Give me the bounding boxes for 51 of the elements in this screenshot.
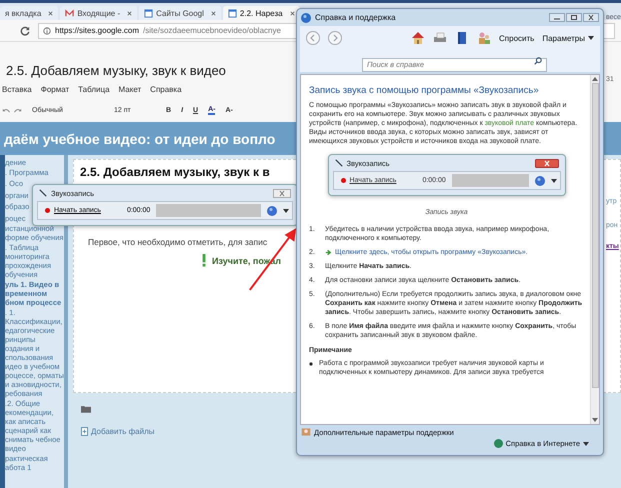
bullet-icon	[309, 362, 313, 366]
window-title: Справка и поддержка	[315, 13, 396, 22]
ask-button[interactable]: Спросить	[499, 34, 534, 42]
browser-tab[interactable]: я вкладка	[0, 6, 58, 20]
help-icon[interactable]	[267, 206, 277, 216]
caret-icon	[550, 178, 556, 182]
search-icon[interactable]	[534, 57, 542, 65]
undo-redo-icon[interactable]	[2, 106, 22, 114]
maximize-button[interactable]	[566, 13, 582, 22]
printer-icon[interactable]	[433, 31, 448, 45]
close-button[interactable]	[273, 188, 291, 198]
folder-icon	[81, 405, 91, 413]
help-icon	[301, 12, 311, 22]
close-button[interactable]	[583, 13, 599, 22]
close-icon[interactable]	[290, 10, 295, 16]
article-heading: Запись звука с помощью программы «Звукозапись»	[309, 86, 540, 95]
add-files-link[interactable]: Добавить файлы	[91, 427, 154, 436]
minimize-button[interactable]	[549, 13, 565, 22]
scrollbar[interactable]	[590, 75, 599, 424]
page-icon	[228, 8, 237, 18]
menu-item[interactable]: Макет	[118, 84, 142, 94]
browser-tab[interactable]: 2.2. Нарезa	[222, 6, 300, 20]
reload-icon[interactable]	[20, 26, 30, 36]
close-icon[interactable]	[48, 10, 54, 16]
page-icon	[144, 8, 154, 18]
caret-icon[interactable]	[583, 442, 589, 446]
menu-item[interactable]: Таблица	[78, 84, 110, 94]
close-icon[interactable]	[127, 10, 132, 16]
intro-text: Первое, что необходимо отметить, для запис	[88, 237, 268, 247]
file-add-icon	[81, 427, 88, 436]
menu-item[interactable]: Справка	[150, 84, 182, 94]
caret-icon[interactable]	[588, 36, 594, 40]
scroll-up-icon[interactable]	[592, 77, 598, 81]
info-icon	[43, 26, 51, 34]
caret-icon[interactable]	[283, 208, 289, 212]
page-heading: 2.5. Добавляем музыку, звук к в	[80, 165, 270, 179]
browser-tab[interactable]: Входящие -	[60, 6, 138, 20]
mail-icon	[65, 8, 74, 18]
exclamation-icon	[202, 254, 206, 267]
browser-tab[interactable]: Сайты Googl	[139, 6, 221, 20]
arrow-icon	[325, 249, 332, 256]
options-menu[interactable]: Параметры	[542, 34, 585, 42]
document-title: 2.5. Добавляем музыку, звук к видео	[6, 63, 226, 78]
menu-item[interactable]: Вставка	[2, 84, 32, 94]
support-icon	[301, 427, 311, 437]
help-icon	[534, 176, 544, 186]
scroll-down-icon[interactable]	[592, 418, 598, 422]
house-icon[interactable]	[411, 31, 426, 45]
site-banner-title: даём учебное видео: от идеи до вопло	[4, 130, 276, 146]
menu-item[interactable]: Формат	[40, 84, 70, 94]
close-icon[interactable]	[210, 10, 216, 16]
